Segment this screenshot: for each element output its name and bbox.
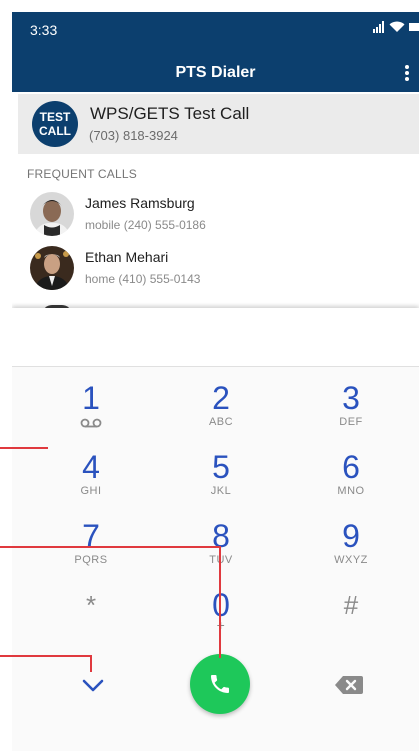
app-bar: PTS Dialer [12,48,419,92]
phone-icon [211,675,229,693]
key-digit: * [85,590,97,620]
divider [12,366,419,367]
status-bar: 3:33 [12,12,419,48]
dial-key-1[interactable]: 1 [36,380,146,444]
key-digit: 5 [212,449,230,485]
key-digit: 4 [82,449,100,485]
battery-icon [409,23,419,31]
contact-number: (410) 555-0143 [118,272,201,286]
frequent-calls-header: FREQUENT CALLS [27,167,137,181]
key-letters: MNO [337,485,365,497]
contact-detail: home (410) 555-0143 [85,272,200,286]
backspace-icon [335,676,363,694]
collapse-dialpad-button[interactable] [78,670,108,700]
key-letters: GHI [80,485,102,497]
badge-line-1: TEST [39,110,71,124]
key-letters: WXYZ [334,554,368,566]
avatar [30,192,74,236]
test-call-badge: TEST CALL [32,101,78,147]
key-letters: DEF [339,416,363,428]
dial-key-hash[interactable]: # [296,587,406,651]
key-letters: ABC [208,416,234,428]
dial-key-9[interactable]: 9 WXYZ [296,518,406,582]
phone-screen: 3:33 PTS Dialer TEST CALL WPS/GETS Test … [12,12,419,751]
contact-name: Ethan Mehari [85,249,169,265]
test-call-name: WPS/GETS Test Call [90,104,250,123]
dial-key-2[interactable]: 2 ABC [166,380,276,444]
dial-key-star[interactable]: * [36,587,146,651]
key-letters: + [216,617,226,633]
dial-key-6[interactable]: 6 MNO [296,449,406,513]
chevron-down-icon [82,679,104,692]
backspace-button[interactable] [334,674,364,696]
dialpad-panel: 1 2 ABC 3 DEF 4 GHI 5 JKL 6 MNO 7 PQRS 8… [12,308,419,751]
contact-number: (240) 555-0186 [123,218,206,232]
dial-key-7[interactable]: 7 PQRS [36,518,146,582]
key-letters: PQRS [74,554,108,566]
contact-item-james[interactable]: James Ramsburg mobile (240) 555-0186 [12,188,419,238]
more-vert-icon[interactable] [401,65,413,85]
app-title: PTS Dialer [175,64,256,81]
wifi-icon [389,21,405,32]
key-digit: 7 [82,518,100,554]
key-digit: # [343,590,359,620]
contact-type: mobile [85,218,121,232]
contact-name: James Ramsburg [85,195,195,211]
voicemail-icon [36,418,146,428]
dial-key-3[interactable]: 3 DEF [296,380,406,444]
contact-item-ethan[interactable]: Ethan Mehari home (410) 555-0143 [12,242,419,292]
avatar [30,246,74,290]
key-letters: JKL [210,485,232,497]
key-digit: 1 [82,380,100,416]
dialed-number-field[interactable] [12,308,419,366]
key-letters: TUV [209,554,233,566]
test-call-item[interactable]: TEST CALL WPS/GETS Test Call (703) 818-3… [18,94,419,154]
dial-key-4[interactable]: 4 GHI [36,449,146,513]
dial-key-0[interactable]: 0 + [166,587,276,651]
test-call-number: (703) 818-3924 [89,128,178,143]
dial-key-5[interactable]: 5 JKL [166,449,276,513]
status-time: 3:33 [30,22,58,38]
key-digit: 8 [212,518,230,554]
contact-type: home [85,272,116,286]
key-digit: 3 [342,380,360,416]
contact-detail: mobile (240) 555-0186 [85,218,206,232]
key-digit: 6 [342,449,360,485]
key-digit: 9 [342,518,360,554]
dial-key-8[interactable]: 8 TUV [166,518,276,582]
signal-icon [373,21,384,33]
call-button[interactable] [190,654,250,714]
status-icons [373,21,419,33]
key-digit: 2 [212,380,230,416]
badge-line-2: CALL [39,124,71,138]
